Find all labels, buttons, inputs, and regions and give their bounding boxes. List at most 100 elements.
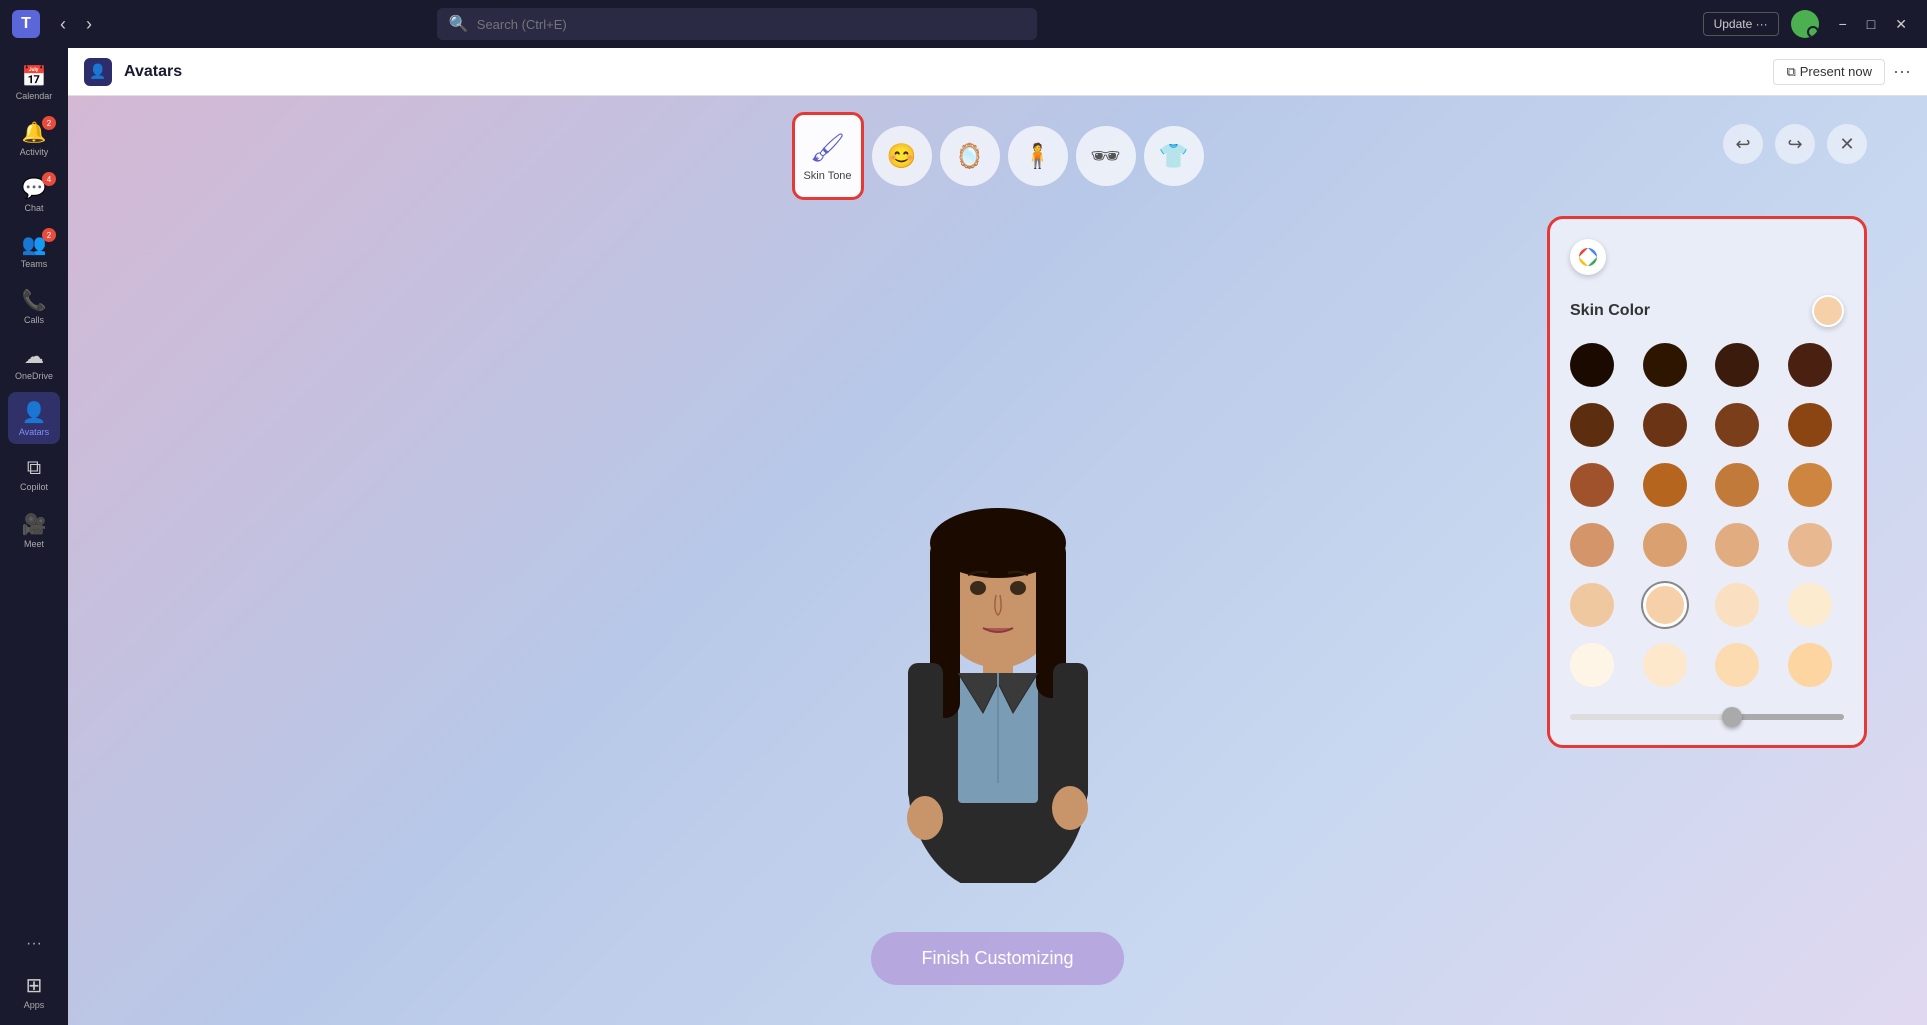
color-swatch-17[interactable] [1643,583,1687,627]
avatar-toolbar: 🖌 Skin Tone 😊 🪞 🧍 🕶 👕 [792,112,1204,200]
avatar-svg [828,363,1168,883]
present-icon: ⧉ [1786,64,1795,80]
sidebar-item-teams[interactable]: 👥 Teams 2 [8,224,60,276]
color-swatch-19[interactable] [1788,583,1832,627]
face-icon: 😊 [887,142,917,171]
color-swatch-10[interactable] [1715,463,1759,507]
close-button[interactable]: ✕ [1887,12,1915,37]
sidebar-item-onedrive[interactable]: ☁ OneDrive [8,336,60,388]
sidebar-label-apps: Apps [24,1000,45,1010]
user-avatar[interactable] [1791,10,1819,38]
sidebar-item-activity[interactable]: 🔔 Activity 2 [8,112,60,164]
color-swatch-8[interactable] [1570,463,1614,507]
sidebar-label-copilot: Copilot [20,482,48,492]
redo-button[interactable]: ↪ [1775,124,1815,164]
sidebar-label-chat: Chat [24,203,43,213]
skin-tone-icon: 🖌 [810,131,846,164]
outfit-button[interactable]: 👕 [1144,126,1204,186]
hair-icon: 🪞 [955,142,985,171]
color-swatch-4[interactable] [1570,403,1614,447]
sidebar-item-copilot[interactable]: ⧉ Copilot [8,448,60,500]
color-swatch-1[interactable] [1643,343,1687,387]
title-bar-right: Update ··· − □ ✕ [1703,10,1915,38]
color-swatch-21[interactable] [1643,643,1687,687]
color-swatch-6[interactable] [1715,403,1759,447]
app-header-icon: 👤 [84,58,112,86]
color-swatch-16[interactable] [1570,583,1614,627]
sidebar-label-meet: Meet [24,539,44,549]
undo-button[interactable]: ↩ [1723,124,1763,164]
minimize-button[interactable]: − [1831,12,1855,37]
close-customizer-button[interactable]: ✕ [1827,124,1867,164]
color-swatch-5[interactable] [1643,403,1687,447]
panel-header [1570,239,1844,275]
color-grid [1570,343,1844,687]
search-icon: 🔍 [449,14,469,34]
maximize-button[interactable]: □ [1859,12,1883,37]
hair-button[interactable]: 🪞 [940,126,1000,186]
sidebar-item-meet[interactable]: 🎥 Meet [8,504,60,556]
color-swatch-22[interactable] [1715,643,1759,687]
forward-button[interactable]: › [78,10,100,39]
meet-icon: 🎥 [22,512,47,537]
face-button[interactable]: 😊 [872,126,932,186]
sidebar-item-avatars[interactable]: 👤 Avatars [8,392,60,444]
app-header-title: Avatars [124,63,182,81]
sidebar-label-calendar: Calendar [16,91,53,101]
body-icon: 🧍 [1023,142,1053,171]
title-bar: T ‹ › 🔍 Update ··· − □ ✕ [0,0,1927,48]
color-swatch-13[interactable] [1643,523,1687,567]
color-swatch-0[interactable] [1570,343,1614,387]
color-swatch-7[interactable] [1788,403,1832,447]
accessories-button[interactable]: 🕶 [1076,126,1136,186]
sidebar-label-activity: Activity [20,147,49,157]
search-bar[interactable]: 🔍 [437,8,1037,40]
header-right: ⧉ Present now ··· [1773,59,1911,85]
copilot-icon: ⧉ [27,457,41,480]
color-swatch-15[interactable] [1788,523,1832,567]
present-now-label: Present now [1800,64,1872,79]
content-area: 👤 Avatars ⧉ Present now ··· 🖌 Skin Tone … [68,48,1927,1025]
sidebar-label-avatars: Avatars [19,427,49,437]
app-header: 👤 Avatars ⧉ Present now ··· [68,48,1927,96]
skin-color-panel: Skin Color [1547,216,1867,748]
skin-tone-slider[interactable] [1570,714,1844,720]
color-swatch-11[interactable] [1788,463,1832,507]
color-swatch-20[interactable] [1570,643,1614,687]
panel-title: Skin Color [1570,302,1650,320]
search-input[interactable] [477,17,1025,32]
panel-google-icon [1570,239,1606,275]
toolbar-actions: ↩ ↪ ✕ [1723,124,1867,164]
apps-icon: ⊞ [26,973,43,998]
sidebar: 📅 Calendar 🔔 Activity 2 💬 Chat 4 👥 Teams… [0,48,68,1025]
google-colors-icon [1577,246,1599,268]
sidebar-item-calls[interactable]: 📞 Calls [8,280,60,332]
app-body: 📅 Calendar 🔔 Activity 2 💬 Chat 4 👥 Teams… [0,48,1927,1025]
color-swatch-12[interactable] [1570,523,1614,567]
sidebar-item-calendar[interactable]: 📅 Calendar [8,56,60,108]
skin-tone-button[interactable]: 🖌 Skin Tone [792,112,864,200]
color-swatch-18[interactable] [1715,583,1759,627]
color-swatch-2[interactable] [1715,343,1759,387]
body-button[interactable]: 🧍 [1008,126,1068,186]
present-now-button[interactable]: ⧉ Present now [1773,59,1885,85]
calendar-icon: 📅 [22,64,47,89]
update-button[interactable]: Update ··· [1703,12,1779,36]
color-swatch-3[interactable] [1788,343,1832,387]
back-button[interactable]: ‹ [52,10,74,39]
sidebar-item-apps[interactable]: ⊞ Apps [8,965,60,1017]
sidebar-item-chat[interactable]: 💬 Chat 4 [8,168,60,220]
onedrive-icon: ☁ [24,344,44,369]
header-more-button[interactable]: ··· [1893,61,1911,82]
color-swatch-23[interactable] [1788,643,1832,687]
sidebar-more-icon[interactable]: ··· [18,927,50,961]
panel-selected-swatch[interactable] [1812,295,1844,327]
activity-badge: 2 [42,116,56,130]
panel-title-row: Skin Color [1570,295,1844,327]
customizer-area: 🖌 Skin Tone 😊 🪞 🧍 🕶 👕 [68,96,1927,1025]
teams-badge: 2 [42,228,56,242]
sidebar-label-calls: Calls [24,315,44,325]
finish-customizing-button[interactable]: Finish Customizing [871,932,1123,985]
color-swatch-9[interactable] [1643,463,1687,507]
color-swatch-14[interactable] [1715,523,1759,567]
